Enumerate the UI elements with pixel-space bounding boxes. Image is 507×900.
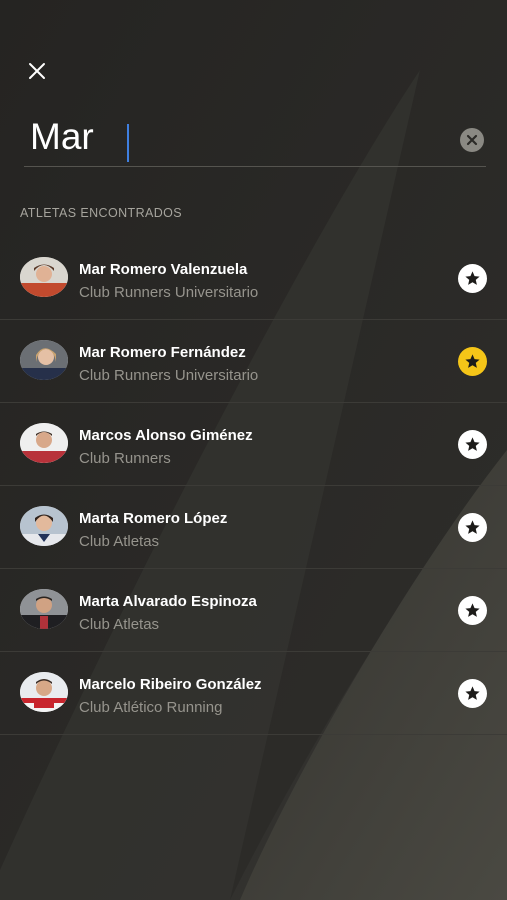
avatar (20, 672, 68, 712)
clear-circle-icon (466, 134, 478, 146)
clear-search-button[interactable] (460, 128, 484, 152)
athlete-row[interactable]: Marcelo Ribeiro González Club Atlético R… (0, 652, 507, 735)
favorite-button[interactable] (458, 264, 487, 293)
star-icon (465, 603, 480, 617)
athlete-list: Mar Romero Valenzuela Club Runners Unive… (0, 237, 507, 735)
athlete-row[interactable]: Marcos Alonso Giménez Club Runners (0, 403, 507, 486)
athlete-name: Marcos Alonso Giménez (79, 427, 253, 444)
avatar (20, 423, 68, 463)
athlete-club: Club Runners Universitario (79, 367, 259, 384)
star-icon (465, 354, 480, 368)
athlete-row[interactable]: Mar Romero Valenzuela Club Runners Unive… (0, 237, 507, 320)
favorite-button[interactable] (458, 596, 487, 625)
star-icon (465, 686, 480, 700)
avatar (20, 589, 68, 629)
close-icon (29, 63, 45, 79)
athlete-club: Club Runners Universitario (79, 284, 259, 301)
favorite-button[interactable] (458, 430, 487, 459)
avatar (20, 340, 68, 380)
avatar (20, 257, 68, 297)
athlete-row[interactable]: Mar Romero Fernández Club Runners Univer… (0, 320, 507, 403)
athlete-row[interactable]: Marta Romero López Club Atletas (0, 486, 507, 569)
text-caret (127, 124, 129, 162)
avatar (20, 506, 68, 546)
search-input[interactable] (30, 116, 430, 158)
athlete-club: Club Atletas (79, 616, 160, 633)
athlete-club: Club Atletas (79, 533, 160, 550)
search-bar (24, 108, 486, 167)
favorite-button[interactable] (458, 513, 487, 542)
star-icon (465, 437, 480, 451)
athlete-name: Marta Romero López (79, 510, 228, 527)
star-icon (465, 520, 480, 534)
star-icon (465, 271, 480, 285)
favorite-button[interactable] (458, 679, 487, 708)
athlete-name: Marta Alvarado Espinoza (79, 593, 257, 610)
athlete-name: Mar Romero Fernández (79, 344, 246, 361)
close-button[interactable] (24, 58, 50, 84)
athlete-name: Mar Romero Valenzuela (79, 261, 248, 278)
athlete-name: Marcelo Ribeiro González (79, 676, 262, 693)
athlete-club: Club Runners (79, 450, 171, 467)
section-label: ATLETAS ENCONTRADOS (20, 206, 183, 220)
favorite-button[interactable] (458, 347, 487, 376)
athlete-row[interactable]: Marta Alvarado Espinoza Club Atletas (0, 569, 507, 652)
athlete-club: Club Atlético Running (79, 699, 223, 716)
